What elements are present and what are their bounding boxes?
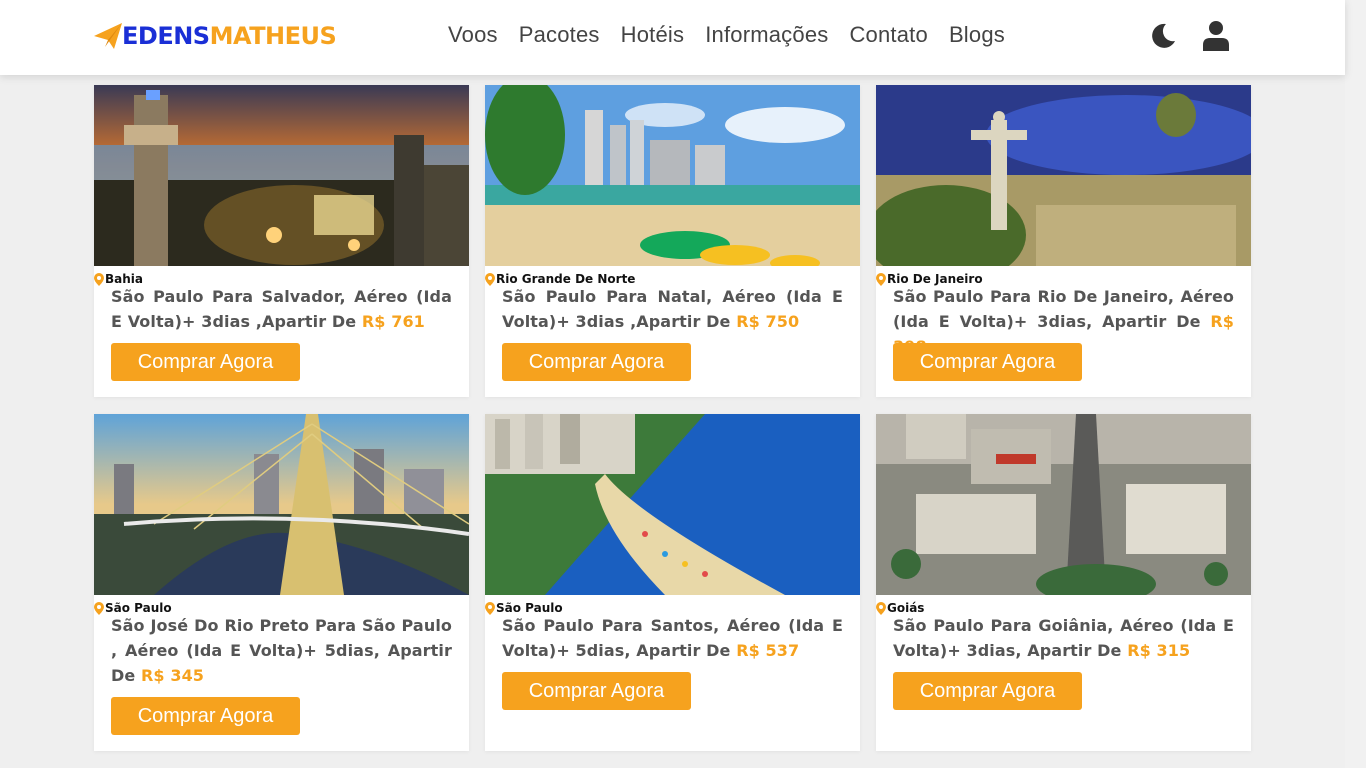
price: R$ 345 xyxy=(141,666,205,685)
buy-now-button[interactable]: Comprar Agora xyxy=(893,343,1082,381)
buy-now-button[interactable]: Comprar Agora xyxy=(111,343,300,381)
package-description: São José Do Rio Preto Para São Paulo , A… xyxy=(111,616,452,685)
price: R$ 315 xyxy=(1127,641,1191,660)
map-pin-icon xyxy=(94,272,104,286)
package-description: São Paulo Para Natal, Aéreo (Ida E Volta… xyxy=(502,287,843,331)
nav-link-voos[interactable]: Voos xyxy=(448,22,498,48)
nav-link-hoteis[interactable]: Hotéis xyxy=(621,22,685,48)
nav-link-informacoes[interactable]: Informações xyxy=(705,22,828,48)
logo[interactable]: EDENSMATHEUS xyxy=(94,20,337,52)
package-card: Rio De Janeiro São Paulo Para Rio De Jan… xyxy=(876,85,1251,397)
package-description: São Paulo Para Santos, Aéreo (Ida E Volt… xyxy=(502,616,843,660)
user-icon[interactable] xyxy=(1202,20,1230,52)
destination-image xyxy=(485,85,860,266)
destination-image xyxy=(876,85,1251,266)
main-nav: Voos Pacotes Hotéis Informações Contato … xyxy=(448,22,1026,48)
nav-link-contato[interactable]: Contato xyxy=(849,22,927,48)
map-pin-icon xyxy=(485,272,495,286)
map-pin-icon xyxy=(876,601,886,615)
paper-plane-icon xyxy=(94,23,122,49)
nav-link-blogs[interactable]: Blogs xyxy=(949,22,1005,48)
scrollbar[interactable] xyxy=(1345,0,1366,768)
package-description: São Paulo Para Goiânia, Aéreo (Ida E Vol… xyxy=(893,616,1234,660)
buy-now-button[interactable]: Comprar Agora xyxy=(111,697,300,735)
map-pin-icon xyxy=(94,601,104,615)
price: R$ 537 xyxy=(736,641,800,660)
destination-image xyxy=(94,85,469,266)
package-card: Bahia São Paulo Para Salvador, Aéreo (Id… xyxy=(94,85,469,397)
destination-image xyxy=(94,414,469,595)
package-card: Goiás São Paulo Para Goiânia, Aéreo (Ida… xyxy=(876,414,1251,751)
buy-now-button[interactable]: Comprar Agora xyxy=(502,672,691,710)
moon-icon[interactable] xyxy=(1149,22,1177,50)
destination-image xyxy=(485,414,860,595)
buy-now-button[interactable]: Comprar Agora xyxy=(893,672,1082,710)
buy-now-button[interactable]: Comprar Agora xyxy=(502,343,691,381)
price: R$ 761 xyxy=(361,312,425,331)
logo-text-part2: MATHEUS xyxy=(209,22,337,50)
logo-text-part1: EDENS xyxy=(122,22,210,50)
map-pin-icon xyxy=(876,272,886,286)
map-pin-icon xyxy=(485,601,495,615)
site-header: EDENSMATHEUS Voos Pacotes Hotéis Informa… xyxy=(0,0,1345,75)
price: R$ 750 xyxy=(736,312,800,331)
package-card: Rio Grande De Norte São Paulo Para Natal… xyxy=(485,85,860,397)
package-card: São Paulo São Paulo Para Santos, Aéreo (… xyxy=(485,414,860,751)
destination-image xyxy=(876,414,1251,595)
package-description: São Paulo Para Salvador, Aéreo (Ida E Vo… xyxy=(111,287,452,331)
nav-link-pacotes[interactable]: Pacotes xyxy=(519,22,600,48)
package-card: São Paulo São José Do Rio Preto Para São… xyxy=(94,414,469,751)
